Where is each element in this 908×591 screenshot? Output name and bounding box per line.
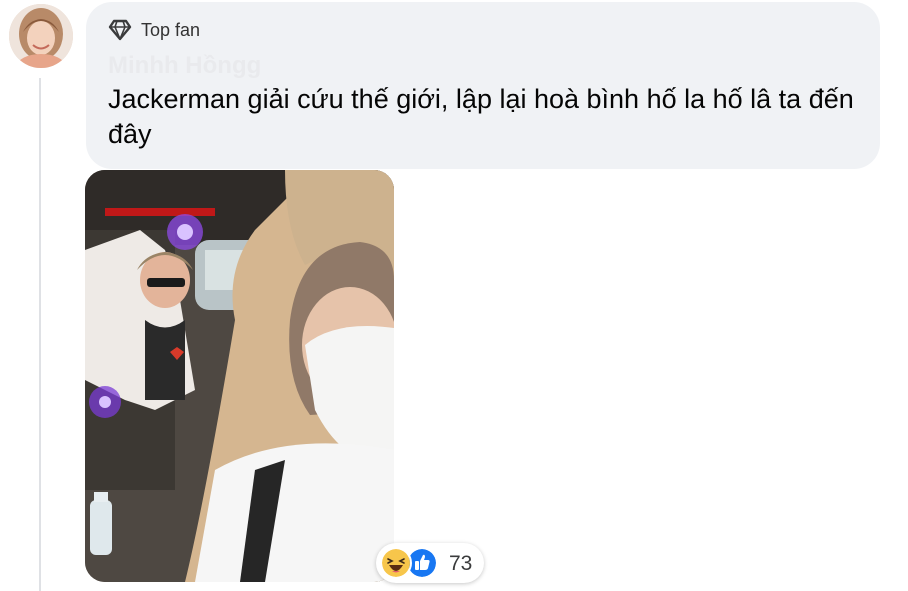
avatar[interactable] [9,4,73,68]
diamond-icon [108,19,132,41]
reactions-summary[interactable]: 73 [376,543,484,583]
thread-line [39,78,41,591]
reaction-count: 73 [449,552,473,575]
comment-text: Jackerman giải cứu thế giới, lập lại hoà… [108,84,854,149]
badge-label: Top fan [141,19,201,40]
haha-icon [380,547,412,579]
author-name[interactable]: Minhh Hồngg [108,52,261,80]
comment-thread: Top fan Minhh Hồngg Jackerman giải cứu t… [0,0,908,591]
top-fan-badge[interactable]: Top fan [108,19,200,41]
photo-attachment[interactable] [85,170,394,582]
comment-bubble: Top fan Minhh Hồngg Jackerman giải cứu t… [86,2,880,169]
